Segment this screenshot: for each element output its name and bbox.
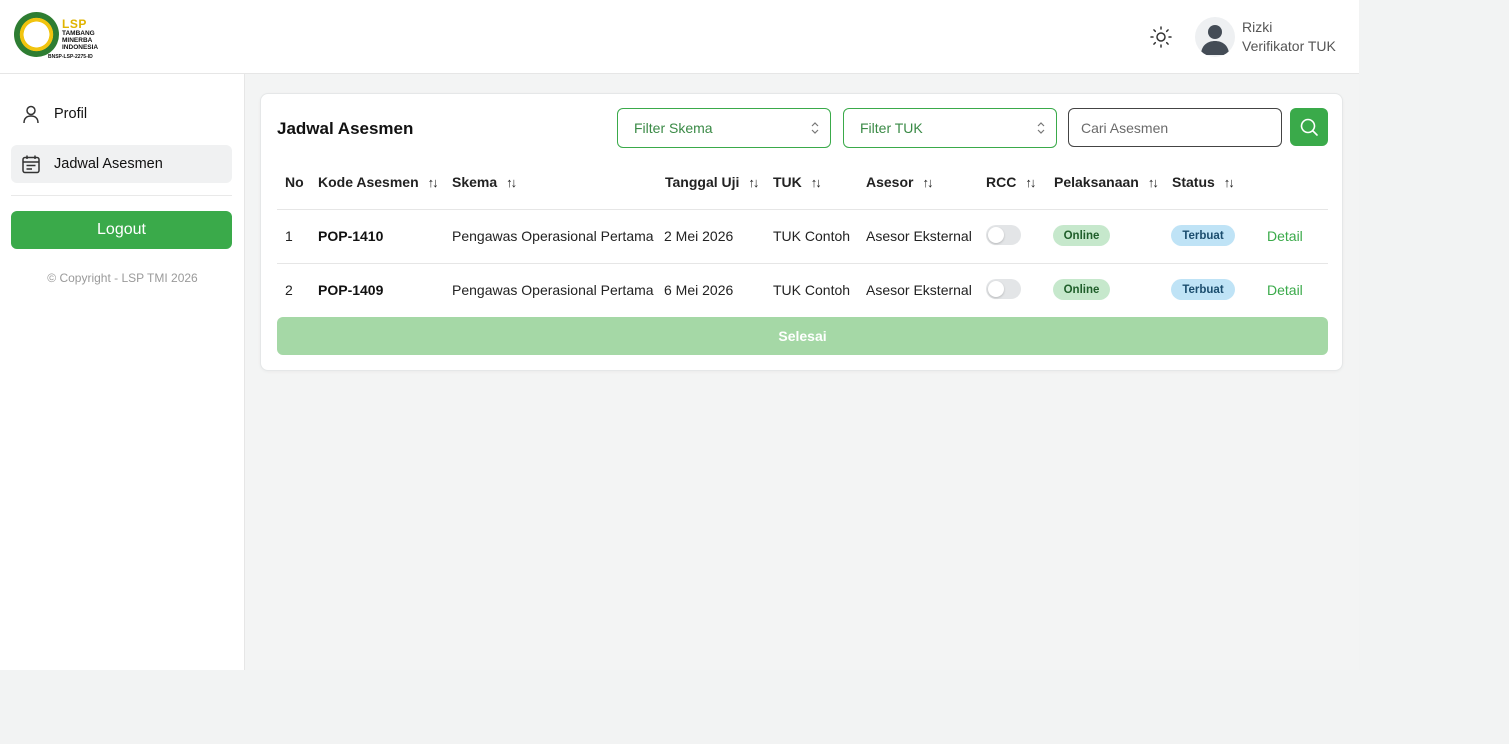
cell-tuk: TUK Contoh <box>773 282 851 298</box>
chevron-updown-icon <box>1037 122 1045 134</box>
sort-icon[interactable]: ↑↓ <box>506 175 517 190</box>
brand-logo: LSP TAMBANG MINERBA INDONESIA BNSP-LSP-2… <box>14 12 114 62</box>
sort-icon[interactable]: ↑↓ <box>748 175 759 190</box>
cell-tuk: TUK Contoh <box>773 228 851 244</box>
column-header-pelaksanaan: Pelaksanaan ↑↓ <box>1054 174 1159 190</box>
column-header-tanggal: Tanggal Uji ↑↓ <box>665 174 759 190</box>
cell-kode: POP-1409 <box>318 282 384 298</box>
detail-link[interactable]: Detail <box>1267 282 1303 298</box>
cell-asesor: Asesor Eksternal <box>866 282 972 298</box>
sun-icon <box>1150 26 1172 48</box>
sidebar-divider <box>11 195 232 196</box>
column-header-rcc: RCC ↑↓ <box>986 174 1036 190</box>
rcc-toggle[interactable] <box>986 225 1021 245</box>
column-header-kode: Kode Asesmen ↑↓ <box>318 174 439 190</box>
copyright-text: © Copyright - LSP TMI 2026 <box>47 271 198 285</box>
column-label: Asesor <box>866 174 914 190</box>
filter-tuk-select[interactable]: Filter TUK <box>843 108 1057 148</box>
column-header-no: No <box>285 174 304 190</box>
search-icon <box>1300 118 1318 136</box>
cell-tanggal: 2 Mei 2026 <box>664 228 734 244</box>
cell-kode: POP-1410 <box>318 228 384 244</box>
schedule-card: Jadwal Asesmen Filter Skema Filter TUK N… <box>260 93 1343 371</box>
user-icon <box>20 103 42 125</box>
sort-icon[interactable]: ↑↓ <box>1224 175 1235 190</box>
filter-skema-select[interactable]: Filter Skema <box>617 108 831 148</box>
cell-skema: Pengawas Operasional Pertama <box>452 282 654 298</box>
theme-toggle-button[interactable] <box>1148 24 1174 50</box>
column-label: Status <box>1172 174 1215 190</box>
search-input[interactable] <box>1068 108 1282 147</box>
logo-subtitle: TAMBANG MINERBA INDONESIA <box>62 30 99 51</box>
column-label: TUK <box>773 174 802 190</box>
app-window: LSP TAMBANG MINERBA INDONESIA BNSP-LSP-2… <box>0 0 1359 670</box>
cell-skema: Pengawas Operasional Pertama <box>452 228 654 244</box>
sort-icon[interactable]: ↑↓ <box>1148 175 1159 190</box>
column-label: Pelaksanaan <box>1054 174 1139 190</box>
logo-code: BNSP-LSP-2275-ID <box>48 54 93 60</box>
sidebar-item-jadwal-asesmen[interactable]: Jadwal Asesmen <box>11 145 232 183</box>
pelaksanaan-badge: Online <box>1053 225 1110 246</box>
sidebar-item-profil[interactable]: Profil <box>11 95 232 133</box>
logo-title: LSP <box>62 17 87 31</box>
detail-link[interactable]: Detail <box>1267 228 1303 244</box>
user-role: Verifikator TUK <box>1242 38 1336 54</box>
logout-button[interactable]: Logout <box>11 211 232 249</box>
cell-asesor: Asesor Eksternal <box>866 228 972 244</box>
user-name: Rizki <box>1242 19 1273 35</box>
sort-icon[interactable]: ↑↓ <box>811 175 822 190</box>
sidebar: Profil Jadwal Asesmen Logout © Copyright… <box>0 74 245 670</box>
table-divider <box>277 263 1328 264</box>
sidebar-item-label: Jadwal Asesmen <box>54 156 163 172</box>
sidebar-item-label: Profil <box>54 106 88 122</box>
user-avatar-icon <box>1201 25 1229 55</box>
column-label: Tanggal Uji <box>665 174 740 190</box>
column-header-asesor: Asesor ↑↓ <box>866 174 933 190</box>
column-header-tuk: TUK ↑↓ <box>773 174 822 190</box>
rcc-toggle[interactable] <box>986 279 1021 299</box>
top-bar: LSP TAMBANG MINERBA INDONESIA BNSP-LSP-2… <box>0 0 1359 74</box>
cell-no: 1 <box>285 228 293 244</box>
search-button[interactable] <box>1290 108 1328 146</box>
column-label: Kode Asesmen <box>318 174 419 190</box>
column-label: RCC <box>986 174 1017 190</box>
logo-emblem-icon <box>14 12 59 57</box>
chevron-updown-icon <box>811 122 819 134</box>
sort-icon[interactable]: ↑↓ <box>428 175 439 190</box>
cell-tanggal: 6 Mei 2026 <box>664 282 734 298</box>
sort-icon[interactable]: ↑↓ <box>1025 175 1036 190</box>
pelaksanaan-badge: Online <box>1053 279 1110 300</box>
column-label: Skema <box>452 174 498 190</box>
column-header-status: Status ↑↓ <box>1172 174 1235 190</box>
selesai-button[interactable]: Selesai <box>277 317 1328 355</box>
cell-no: 2 <box>285 282 293 298</box>
avatar[interactable] <box>1195 17 1235 57</box>
column-header-skema: Skema ↑↓ <box>452 174 517 190</box>
status-badge: Terbuat <box>1171 279 1235 300</box>
page-title: Jadwal Asesmen <box>277 119 414 138</box>
status-badge: Terbuat <box>1171 225 1235 246</box>
table-divider <box>277 209 1328 210</box>
filter-tuk-value: Filter TUK <box>860 120 923 136</box>
sort-icon[interactable]: ↑↓ <box>922 175 933 190</box>
column-label: No <box>285 174 304 190</box>
calendar-icon <box>20 153 42 175</box>
filter-skema-value: Filter Skema <box>634 120 713 136</box>
